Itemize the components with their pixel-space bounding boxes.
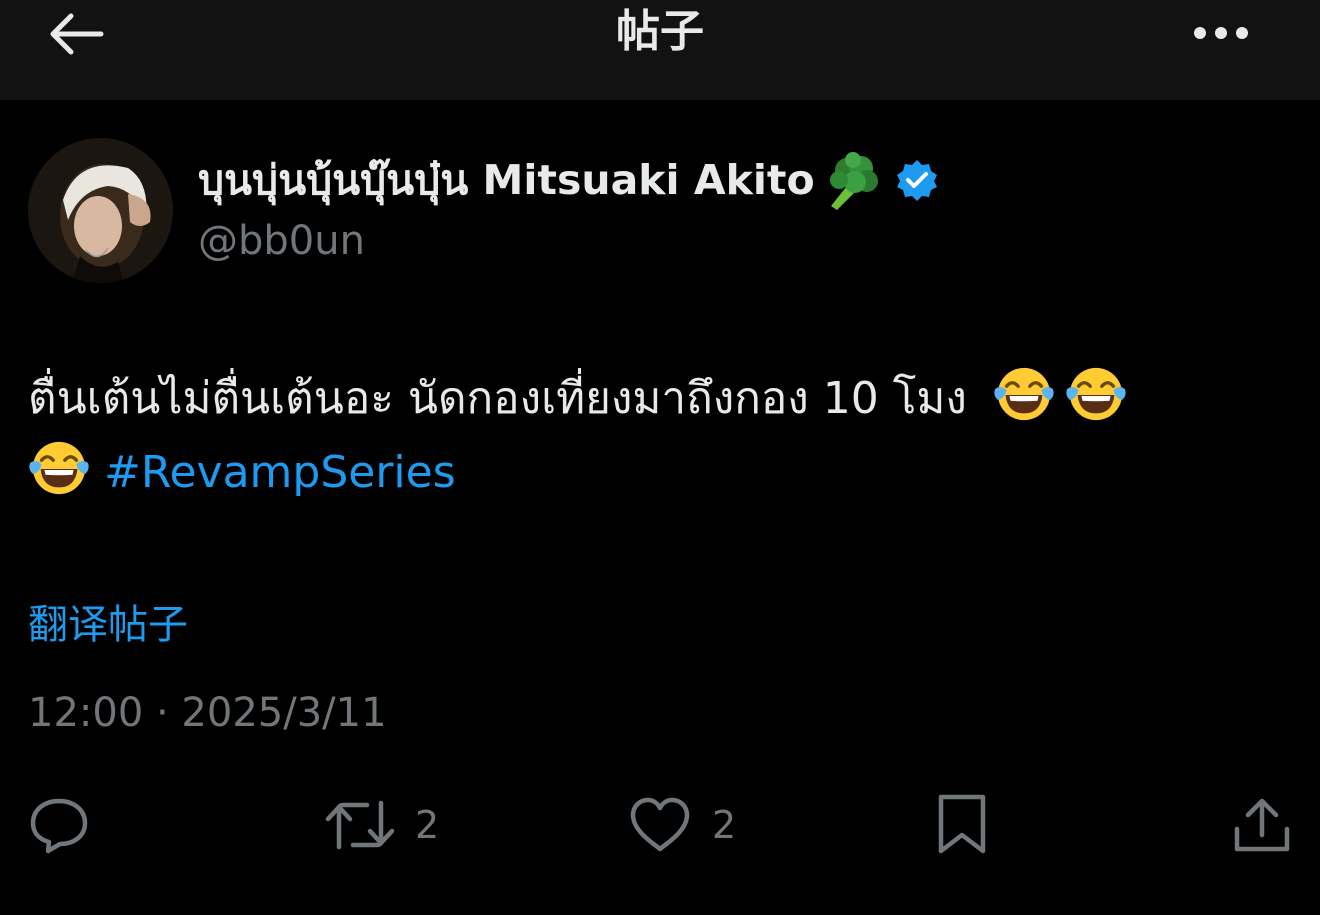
translate-post-link[interactable]: 翻译帖子 <box>28 592 188 650</box>
avatar-image <box>28 138 173 283</box>
face-with-tears-of-joy-icon <box>1065 363 1127 425</box>
retweet-icon <box>325 800 395 850</box>
retweet-count: 2 <box>415 803 440 847</box>
avatar[interactable] <box>28 138 173 283</box>
like-button[interactable]: 2 <box>628 790 736 860</box>
author-name-row[interactable]: บุนบุ่นบุ้นบุ๊นบุ๋น Mitsuaki Akito <box>198 148 939 212</box>
top-app-bar: 帖子 <box>0 0 1320 100</box>
verified-badge-icon[interactable] <box>895 158 939 202</box>
broccoli-icon <box>817 148 881 212</box>
heart-icon <box>630 797 690 852</box>
reply-button[interactable] <box>28 790 90 860</box>
page-title: 帖子 <box>616 6 704 57</box>
share-button[interactable] <box>1232 790 1292 860</box>
post-text-content: ตื่นเต้นไม่ตื่นเต้นอะ นัดกองเที่ยงมาถึงก… <box>28 373 967 424</box>
like-count: 2 <box>712 803 737 847</box>
display-name[interactable]: บุนบุ่นบุ้นบุ๊นบุ๋น Mitsuaki Akito <box>198 148 815 213</box>
post-timestamp[interactable]: 12:00 · 2025/3/11 <box>28 690 387 736</box>
bookmark-button[interactable] <box>935 790 989 860</box>
retweet-button[interactable]: 2 <box>325 790 439 860</box>
arrow-left-icon <box>50 13 104 55</box>
more-options-button[interactable] <box>1185 8 1257 58</box>
bookmark-icon <box>938 794 986 854</box>
hashtag-link[interactable]: #RevampSeries <box>104 447 456 498</box>
reply-icon <box>30 798 88 854</box>
more-horizontal-icon <box>1194 27 1248 39</box>
post-text: ตื่นเต้นไม่ตื่นเต้นอะ นัดกองเที่ยงมาถึงก… <box>28 362 1298 510</box>
face-with-tears-of-joy-icon <box>28 437 90 499</box>
post-detail-screen: 帖子 บุนบุ่นบุ้นบุ๊นบุ๋น Mitsuaki Akito @b… <box>0 0 1320 915</box>
face-with-tears-of-joy-icon <box>993 363 1055 425</box>
back-button[interactable] <box>40 4 110 64</box>
share-icon <box>1234 798 1290 852</box>
user-handle[interactable]: @bb0un <box>198 218 365 264</box>
